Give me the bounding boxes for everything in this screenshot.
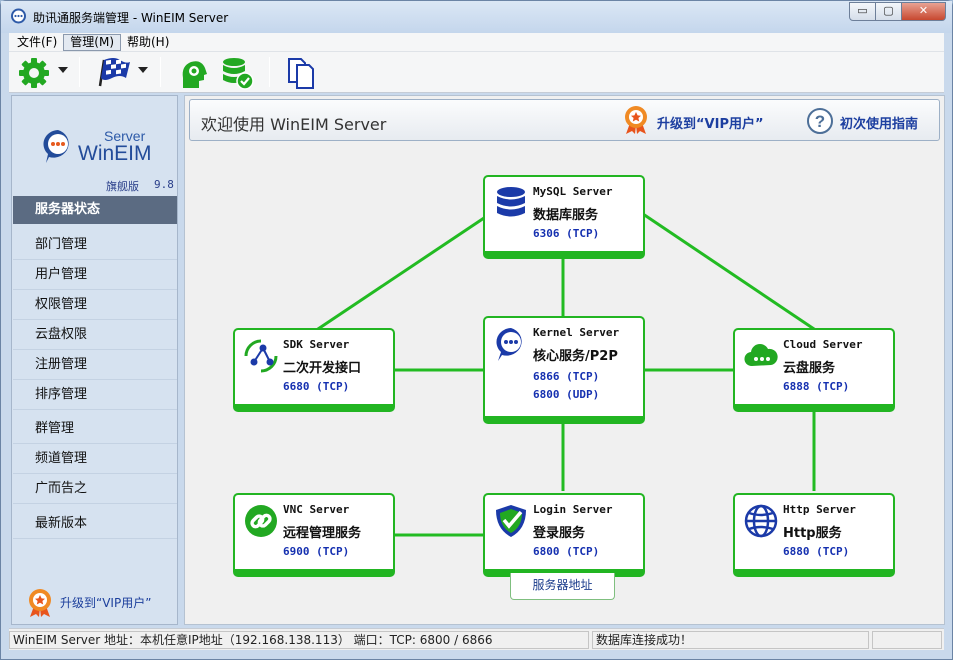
minimize-icon: ▭	[857, 4, 868, 17]
server-diagram: MySQL Server 数据库服务 6306 (TCP) SDK Server…	[185, 146, 944, 624]
maximize-button[interactable]: ▢	[875, 2, 902, 21]
sidebar-group-version: 最新版本	[13, 509, 177, 539]
title-bar[interactable]: 助讯通服务端管理 - WinEIM Server ▭ ▢ ✕	[1, 1, 952, 33]
sidebar-group-users: 部门管理 用户管理 权限管理 云盘权限 注册管理 排序管理	[13, 230, 177, 410]
wineim-logo-icon	[43, 130, 69, 163]
database-icon	[497, 187, 525, 217]
sidebar-item-sorting[interactable]: 排序管理	[13, 380, 177, 410]
sidebar-item-broadcast[interactable]: 广而告之	[13, 474, 177, 504]
svg-text:?: ?	[815, 112, 825, 131]
vnc-server-node[interactable]: VNC Server 远程管理服务 6900 (TCP)	[233, 493, 395, 577]
minimize-button[interactable]: ▭	[849, 2, 876, 21]
window-title: 助讯通服务端管理 - WinEIM Server	[33, 11, 229, 25]
cloud-server-port: 6888 (TCP)	[783, 380, 850, 393]
welcome-text: 欢迎使用 WinEIM Server	[201, 115, 387, 134]
login-server-port: 6800 (TCP)	[533, 545, 600, 558]
status-bar: WinEIM Server 地址：本机任意IP地址（192.168.138.11…	[9, 628, 944, 650]
settings-dropdown-icon[interactable]	[58, 67, 68, 73]
menu-bar: 文件(F) 管理(M) 帮助(H)	[9, 33, 944, 52]
welcome-bar: 欢迎使用 WinEIM Server 升级到“VIP用户” ? 初次使用指南	[189, 99, 940, 141]
http-server-port: 6880 (TCP)	[783, 545, 850, 558]
sidebar-item-registration[interactable]: 注册管理	[13, 350, 177, 380]
copy-documents-icon[interactable]	[285, 56, 319, 90]
database-check-icon[interactable]	[220, 56, 254, 90]
toolbar	[9, 52, 944, 93]
vnc-server-subtitle: 远程管理服务	[283, 526, 362, 541]
mysql-server-title: MySQL Server	[533, 185, 613, 198]
shield-check-icon	[496, 505, 526, 537]
help-question-icon[interactable]: ?	[806, 107, 834, 135]
vip-badge-icon[interactable]	[622, 104, 650, 136]
mysql-server-subtitle: 数据库服务	[533, 208, 599, 223]
chat-bubble-icon	[496, 328, 522, 361]
vnc-server-title: VNC Server	[283, 503, 350, 516]
sdk-server-title: SDK Server	[283, 338, 350, 351]
server-address-button[interactable]: 服务器地址	[510, 573, 615, 600]
sidebar-item-server-status[interactable]: 服务器状态	[13, 196, 177, 224]
kernel-server-node[interactable]: Kernel Server 核心服务/P2P 6866 (TCP) 6800 (…	[483, 316, 645, 424]
sdk-server-port: 6680 (TCP)	[283, 380, 350, 393]
vip-upgrade-link[interactable]: 升级到“VIP用户”	[657, 113, 764, 132]
edition-label: 旗舰版	[106, 180, 139, 193]
checkered-flag-icon[interactable]	[96, 56, 132, 90]
share-nodes-icon	[244, 339, 278, 373]
login-server-title: Login Server	[533, 503, 613, 516]
sdk-server-node[interactable]: SDK Server 二次开发接口 6680 (TCP)	[233, 328, 395, 412]
first-use-guide-link[interactable]: 初次使用指南	[840, 113, 918, 132]
kernel-server-port-tcp: 6866 (TCP)	[533, 370, 600, 383]
status-db-connection: 数据库连接成功！	[592, 631, 869, 649]
sdk-server-subtitle: 二次开发接口	[283, 361, 362, 376]
version-label: 9.8	[154, 178, 174, 191]
vip-badge-icon[interactable]	[26, 588, 54, 618]
menu-file[interactable]: 文件(F)	[11, 34, 63, 51]
user-settings-icon[interactable]	[179, 56, 211, 90]
app-chat-icon	[11, 8, 26, 24]
menu-manage[interactable]: 管理(M)	[63, 33, 121, 51]
logo-name-text: WinEIM	[78, 142, 152, 165]
sidebar-item-permissions[interactable]: 权限管理	[13, 290, 177, 320]
sidebar-item-group-manage[interactable]: 群管理	[13, 414, 177, 444]
sidebar-item-latest-version[interactable]: 最新版本	[13, 509, 177, 539]
sidebar-item-channels[interactable]: 频道管理	[13, 444, 177, 474]
close-button[interactable]: ✕	[901, 2, 946, 21]
cloud-server-title: Cloud Server	[783, 338, 863, 351]
link-icon	[245, 505, 277, 537]
sidebar-item-departments[interactable]: 部门管理	[13, 230, 177, 260]
mysql-server-port: 6306 (TCP)	[533, 227, 600, 240]
mysql-server-node[interactable]: MySQL Server 数据库服务 6306 (TCP)	[483, 175, 645, 259]
maximize-icon: ▢	[883, 4, 894, 17]
status-empty-cell	[872, 631, 942, 649]
cloud-server-node[interactable]: Cloud Server 云盘服务 6888 (TCP)	[733, 328, 895, 412]
app-window: 助讯通服务端管理 - WinEIM Server ▭ ▢ ✕ 文件(F) 管理(…	[0, 0, 953, 660]
login-server-node[interactable]: Login Server 登录服务 6800 (TCP)	[483, 493, 645, 577]
status-server-address: WinEIM Server 地址：本机任意IP地址（192.168.138.11…	[9, 631, 589, 649]
kernel-server-subtitle: 核心服务/P2P	[533, 349, 618, 364]
toolbar-separator	[160, 57, 161, 87]
cloud-server-subtitle: 云盘服务	[783, 361, 836, 376]
globe-icon	[744, 504, 778, 538]
http-server-subtitle: Http服务	[783, 526, 842, 541]
vnc-server-port: 6900 (TCP)	[283, 545, 350, 558]
http-server-title: Http Server	[783, 503, 856, 516]
sidebar-item-users[interactable]: 用户管理	[13, 260, 177, 290]
settings-gear-icon[interactable]	[17, 56, 51, 90]
close-icon: ✕	[918, 4, 929, 17]
kernel-server-title: Kernel Server	[533, 326, 620, 339]
cloud-icon	[744, 344, 778, 367]
sidebar-item-cloud-permissions[interactable]: 云盘权限	[13, 320, 177, 350]
sidebar-group-groups: 群管理 频道管理 广而告之	[13, 414, 177, 504]
flag-dropdown-icon[interactable]	[138, 67, 148, 73]
sidebar-vip-link[interactable]: 升级到“VIP用户”	[60, 594, 151, 611]
kernel-server-port-udp: 6800 (UDP)	[533, 388, 600, 401]
login-server-subtitle: 登录服务	[533, 526, 586, 541]
http-server-node[interactable]: Http Server Http服务 6880 (TCP)	[733, 493, 895, 577]
menu-help[interactable]: 帮助(H)	[121, 34, 175, 51]
toolbar-separator	[269, 57, 270, 87]
sidebar: Server WinEIM 旗舰版 9.8 服务器状态 部门管理 用户管理 权限…	[11, 95, 178, 625]
toolbar-separator	[79, 57, 80, 87]
main-panel: 欢迎使用 WinEIM Server 升级到“VIP用户” ? 初次使用指南 M…	[184, 95, 945, 625]
